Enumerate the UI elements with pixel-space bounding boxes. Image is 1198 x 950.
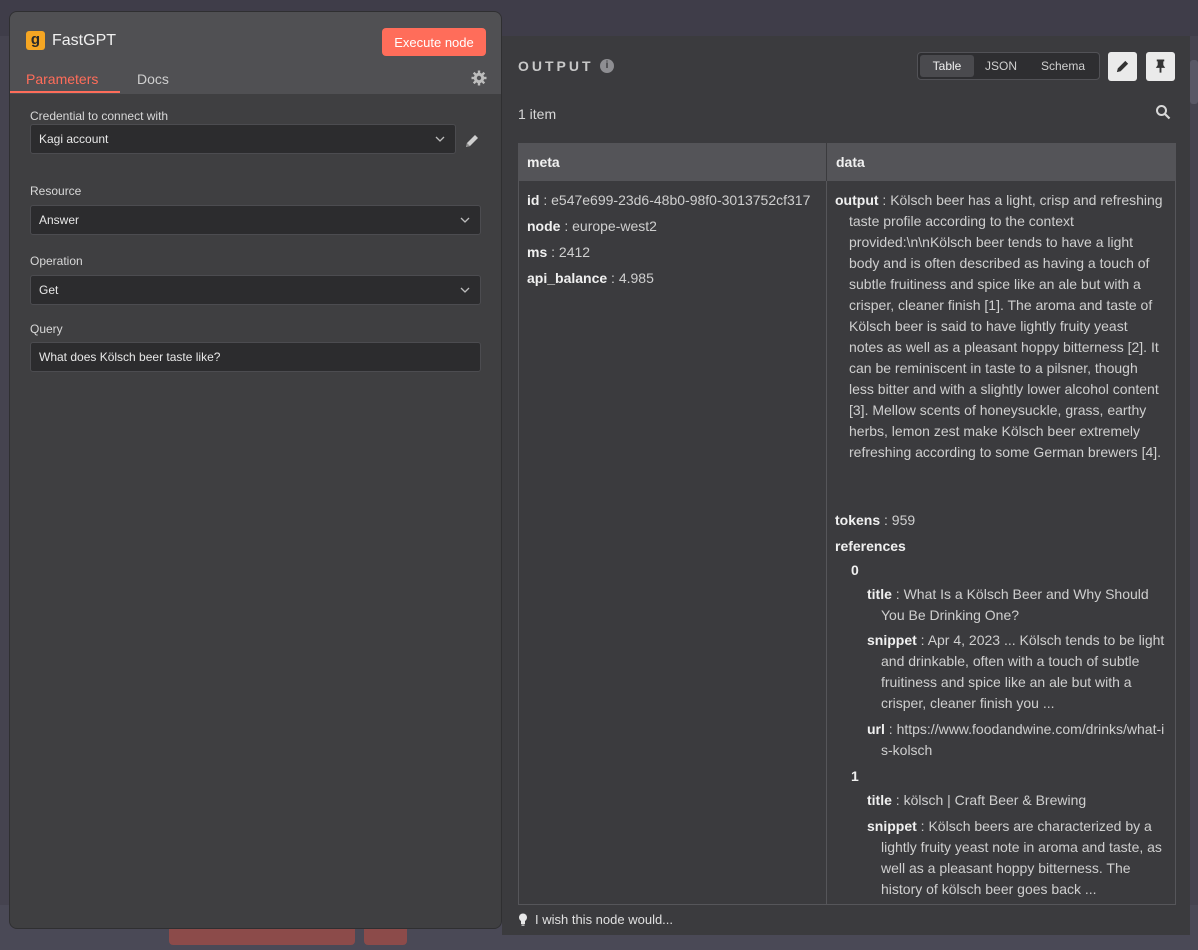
credential-select[interactable]: Kagi account (30, 124, 456, 154)
meta-ms: ms : 2412 (527, 244, 591, 260)
active-tab-indicator (10, 91, 120, 93)
reference-snippet: snippet : Apr 4, 2023 ... Kölsch tends t… (867, 632, 1165, 711)
chevron-down-icon (435, 136, 445, 142)
node-parameters-panel: g FastGPT Execute node Parameters Docs C… (9, 11, 502, 929)
operation-value: Get (39, 283, 59, 297)
query-label: Query (30, 322, 63, 336)
pencil-icon[interactable] (464, 133, 480, 149)
view-table-button[interactable]: Table (920, 55, 974, 77)
pin-output-button[interactable] (1146, 52, 1175, 81)
column-header-data: data (827, 143, 1176, 181)
resource-value: Answer (39, 213, 80, 227)
tab-docs[interactable]: Docs (137, 70, 169, 88)
chevron-down-icon (460, 217, 470, 223)
column-header-meta: meta (518, 143, 826, 181)
meta-cell: id : e547e699-23d6-48b0-98f0-3013752cf31… (518, 181, 827, 905)
view-json-button[interactable]: JSON (976, 55, 1026, 77)
execute-node-button[interactable]: Execute node (382, 28, 486, 56)
query-value: What does Kölsch beer taste like? (39, 350, 221, 364)
node-header: g FastGPT Execute node Parameters Docs (10, 12, 501, 94)
pin-icon (1155, 59, 1166, 73)
output-panel: OUTPUT i Table JSON Schema 1 item meta d… (502, 36, 1190, 905)
operation-select[interactable]: Get (30, 275, 481, 305)
reference-snippet: snippet : Kölsch beers are characterized… (867, 818, 1162, 897)
resource-label: Resource (30, 184, 82, 198)
data-cell: output : Kölsch beer has a light, crisp … (826, 181, 1176, 905)
gear-icon[interactable] (471, 70, 487, 86)
fastgpt-logo-icon: g (26, 31, 45, 50)
lightbulb-icon (519, 913, 527, 926)
reference-title: title : kölsch | Craft Beer & Brewing (867, 792, 1087, 808)
data-tokens: tokens : 959 (835, 512, 916, 528)
view-switcher: Table JSON Schema (917, 52, 1100, 80)
output-table: meta data id : e547e699-23d6-48b0-98f0-3… (518, 143, 1176, 905)
meta-node: node : europe-west2 (527, 218, 657, 234)
info-icon[interactable]: i (600, 59, 614, 73)
feedback-bar[interactable]: I wish this node would... (502, 905, 1190, 935)
chevron-down-icon (460, 287, 470, 293)
edit-output-button[interactable] (1108, 52, 1137, 81)
query-input[interactable]: What does Kölsch beer taste like? (30, 342, 481, 372)
output-title: OUTPUT (518, 58, 594, 74)
view-schema-button[interactable]: Schema (1030, 55, 1096, 77)
reference-title: title : What Is a Kölsch Beer and Why Sh… (867, 586, 1149, 623)
reference-index: 1 (851, 768, 859, 784)
reference-index: 0 (851, 562, 859, 578)
node-title[interactable]: FastGPT (52, 31, 116, 51)
item-count: 1 item (518, 106, 557, 122)
feedback-tip: I wish this node would... (535, 912, 674, 927)
reference-url: url : https://www.foodandwine.com/drinks… (867, 721, 1165, 758)
operation-label: Operation (30, 254, 83, 268)
resource-select[interactable]: Answer (30, 205, 481, 235)
data-references: references (835, 538, 906, 554)
data-output: output : Kölsch beer has a light, crisp … (835, 192, 1163, 460)
scroll-handle[interactable] (1190, 60, 1198, 104)
tab-parameters[interactable]: Parameters (26, 70, 98, 88)
meta-id: id : e547e699-23d6-48b0-98f0-3013752cf31… (527, 192, 811, 208)
meta-api-balance: api_balance : 4.985 (527, 270, 654, 286)
search-icon[interactable] (1155, 104, 1171, 120)
credential-value: Kagi account (39, 132, 109, 146)
parameters-form: Credential to connect with Kagi account … (10, 94, 501, 928)
credential-label: Credential to connect with (30, 109, 169, 123)
pencil-icon (1116, 60, 1129, 73)
